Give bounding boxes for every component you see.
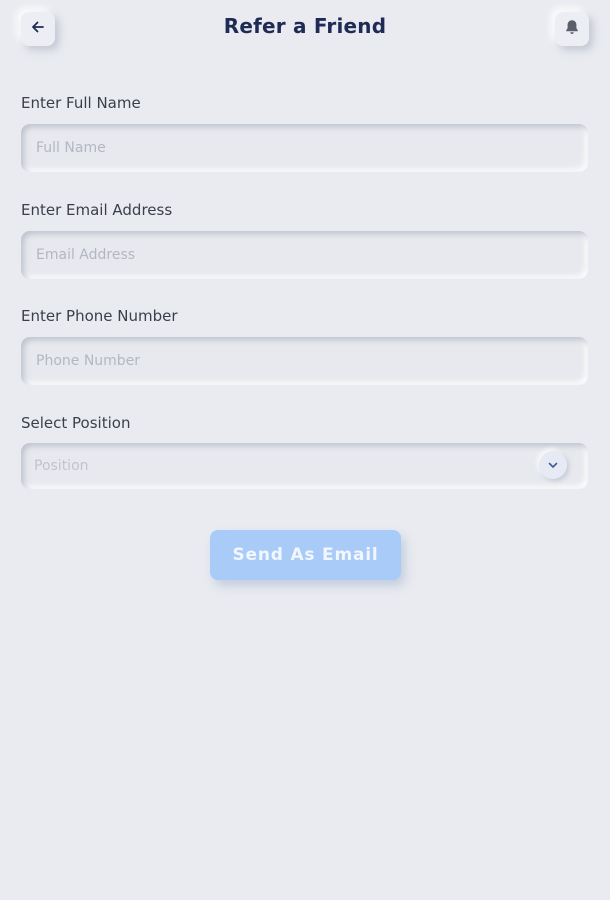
phone-field-container bbox=[21, 336, 588, 386]
chevron-down-icon[interactable] bbox=[539, 451, 567, 479]
phone-input[interactable] bbox=[34, 336, 588, 386]
bell-icon bbox=[563, 18, 581, 40]
app-header: Refer a Friend bbox=[0, 0, 610, 60]
position-select[interactable]: Position bbox=[21, 443, 588, 489]
phone-label: Enter Phone Number bbox=[21, 307, 178, 325]
position-label: Select Position bbox=[21, 414, 131, 432]
email-field-container bbox=[21, 230, 588, 280]
notification-button[interactable] bbox=[555, 12, 589, 46]
full-name-field-container bbox=[21, 123, 588, 173]
send-as-email-button[interactable]: Send As Email bbox=[210, 530, 401, 580]
page-title: Refer a Friend bbox=[223, 14, 387, 38]
email-label: Enter Email Address bbox=[21, 201, 173, 219]
full-name-input[interactable] bbox=[34, 123, 588, 173]
full-name-label: Enter Full Name bbox=[21, 94, 141, 112]
email-input[interactable] bbox=[34, 230, 588, 280]
position-placeholder: Position bbox=[34, 458, 89, 474]
